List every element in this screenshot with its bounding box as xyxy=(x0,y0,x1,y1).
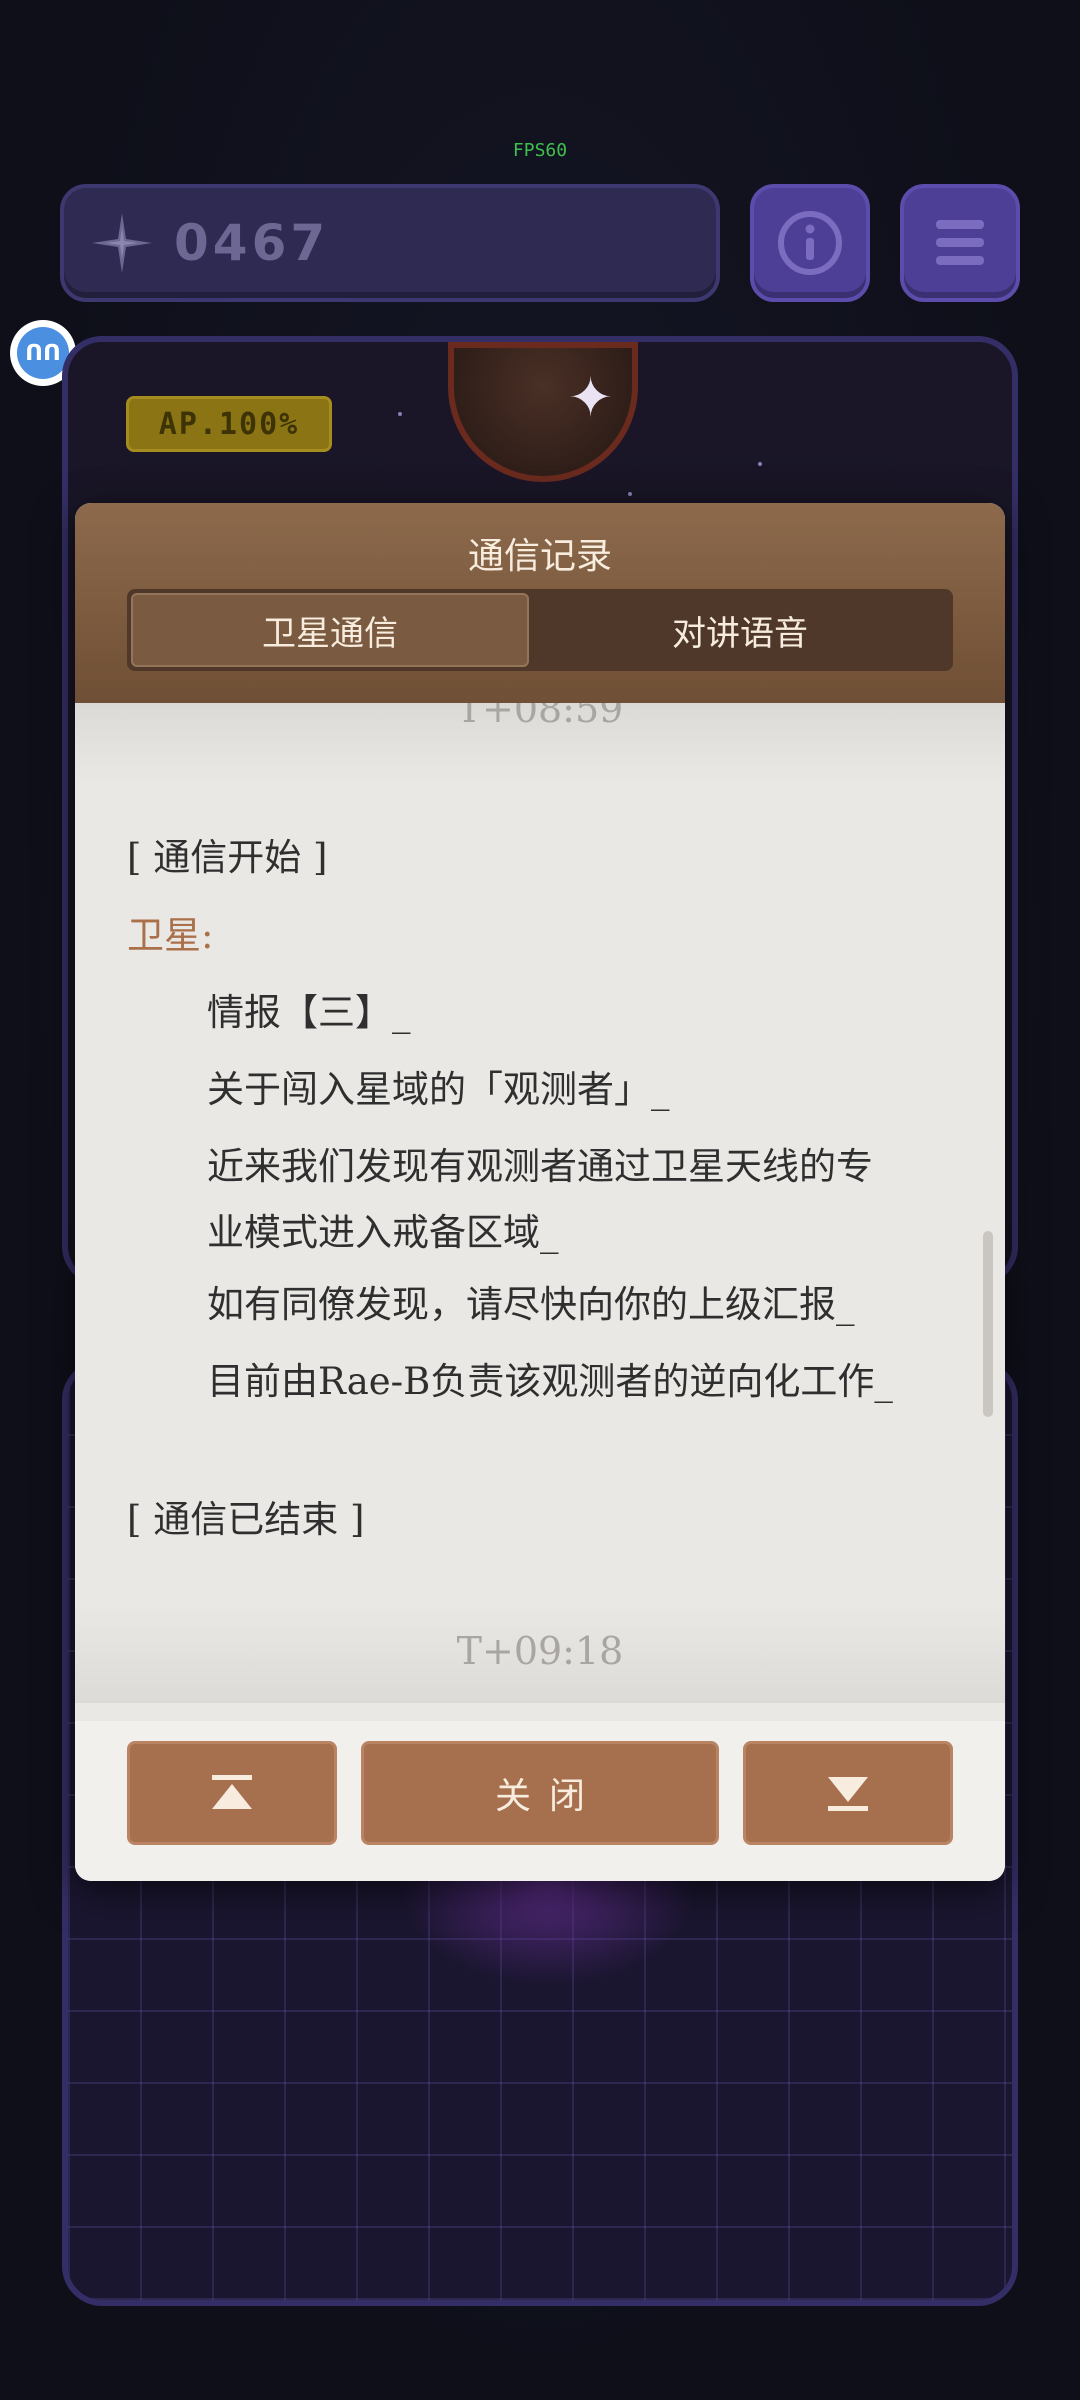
timestamp: T+09:18 xyxy=(456,1629,624,1673)
tab-voice[interactable]: 对讲语音 xyxy=(531,593,949,667)
star-dot xyxy=(398,412,402,416)
ap-badge: AP.100% xyxy=(126,396,332,452)
comm-log-dialog: 通信记录 卫星通信 对讲语音 T+08:59 [ 通信开始 ] 卫星: 情报【三… xyxy=(75,503,1005,1881)
message-line: 如有同僚发现，请尽快向你的上级汇报_ xyxy=(207,1283,855,1326)
timestamp: T+08:59 xyxy=(456,703,624,731)
star-dot xyxy=(628,492,632,496)
menu-button[interactable] xyxy=(900,184,1020,302)
log-start-marker: [ 通信开始 ] xyxy=(127,836,328,879)
scroll-to-top-icon xyxy=(212,1775,252,1809)
log-end-marker: [ 通信已结束 ] xyxy=(127,1498,365,1541)
dialog-title: 通信记录 xyxy=(467,536,612,577)
info-button[interactable] xyxy=(750,184,870,302)
game-screen: FPS60 0467 ᑎᑎ ✦ AP.100% 通信记录 卫星通信 对讲语音 T… xyxy=(0,0,1080,2400)
tab-satellite[interactable]: 卫星通信 xyxy=(131,593,529,667)
scroll-to-top-button[interactable] xyxy=(127,1741,337,1845)
close-button[interactable]: 关闭 xyxy=(361,1741,719,1845)
sender-label: 卫星: xyxy=(127,914,214,957)
score-panel: 0467 xyxy=(60,184,720,302)
message-log[interactable]: T+08:59 [ 通信开始 ] 卫星: 情报【三】_ 关于闯入星域的「观测者」… xyxy=(75,703,1005,1703)
tab-bar: 卫星通信 对讲语音 xyxy=(127,589,953,671)
scrollbar-thumb[interactable] xyxy=(983,1231,993,1417)
scroll-to-bottom-icon xyxy=(828,1777,868,1811)
dialog-header: 通信记录 卫星通信 对讲语音 xyxy=(75,503,1005,703)
info-icon xyxy=(778,211,842,275)
fps-counter: FPS60 xyxy=(512,140,568,161)
star-dot xyxy=(758,462,762,466)
message-line: 关于闯入星域的「观测者」_ xyxy=(207,1068,670,1111)
score-value: 0467 xyxy=(174,214,330,272)
message-line: 情报【三】_ xyxy=(207,991,411,1034)
dialog-footer: 关闭 xyxy=(75,1721,1005,1881)
sparkle-icon: ✦ xyxy=(568,366,614,429)
scroll-to-bottom-button[interactable] xyxy=(743,1741,953,1845)
message-line: 目前由Rae-B负责该观测者的逆向化工作_ xyxy=(207,1360,893,1403)
compass-star-icon xyxy=(92,213,152,273)
hamburger-menu-icon xyxy=(936,220,984,265)
message-line: 近来我们发现有观测者通过卫星天线的专业模式进入戒备区域_ xyxy=(207,1145,873,1254)
